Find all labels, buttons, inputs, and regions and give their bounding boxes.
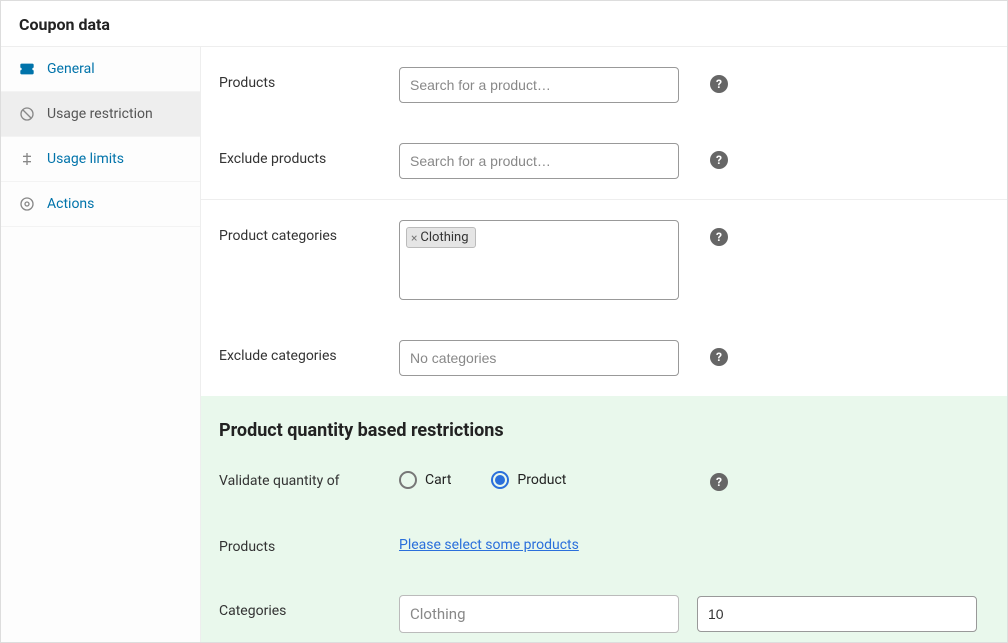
ban-icon [19,106,35,122]
radio-product[interactable]: Product [491,471,566,489]
validate-quantity-radio-group: Cart Product [399,465,699,489]
category-token[interactable]: × Clothing [406,227,476,248]
section-quantity-restrictions: Product quantity based restrictions Vali… [201,396,1007,642]
tab-label: Actions [47,196,94,212]
label-validate-quantity: Validate quantity of [219,465,399,489]
label-product-categories: Product categories [219,220,399,244]
panel-body: General Usage restriction Usage limits A… [1,47,1007,642]
section-title: Product quantity based restrictions [219,396,989,445]
section-product-filters: Products ? Exclude products ? [201,47,1007,199]
section-category-filters: Product categories × Clothing ? Exclude … [201,200,1007,396]
label-exclude-categories: Exclude categories [219,340,399,364]
pqbr-categories-input[interactable]: Clothing [399,595,679,633]
pqbr-quantity-input[interactable] [697,596,977,632]
radio-label: Cart [425,472,451,488]
tab-label: Usage limits [47,151,124,167]
tab-usage-restriction[interactable]: Usage restriction [1,92,200,137]
product-categories-input[interactable]: × Clothing [399,220,679,300]
remove-token-icon[interactable]: × [411,231,417,245]
help-icon[interactable]: ? [710,348,728,366]
exclude-categories-input[interactable] [399,340,679,376]
tab-label: Usage restriction [47,106,153,122]
gear-icon [19,196,35,212]
tab-label: General [47,61,95,77]
label-products: Products [219,67,399,91]
exclude-products-input[interactable] [399,143,679,179]
help-icon[interactable]: ? [710,151,728,169]
sliders-icon [19,151,35,167]
content-area: Products ? Exclude products ? P [201,47,1007,642]
ticket-icon [19,61,35,77]
panel-title: Coupon data [1,1,1007,47]
sidebar: General Usage restriction Usage limits A… [1,47,201,642]
row-product-categories: Product categories × Clothing ? [219,200,989,320]
label-pqbr-categories: Categories [219,595,399,619]
tab-usage-limits[interactable]: Usage limits [1,137,200,182]
radio-icon [399,471,417,489]
help-icon[interactable]: ? [710,228,728,246]
token-label: Clothing [420,230,468,245]
radio-cart[interactable]: Cart [399,471,451,489]
row-validate-quantity: Validate quantity of Cart Product [219,445,989,511]
label-pqbr-products: Products [219,531,399,555]
help-icon[interactable]: ? [710,75,728,93]
row-pqbr-products: Products Please select some products [219,511,989,575]
radio-icon [491,471,509,489]
row-exclude-products: Exclude products ? [219,123,989,199]
row-products: Products ? [219,47,989,123]
help-icon[interactable]: ? [710,473,728,491]
radio-label: Product [517,472,566,488]
tab-actions[interactable]: Actions [1,182,200,227]
products-input[interactable] [399,67,679,103]
select-products-link[interactable]: Please select some products [399,537,579,553]
coupon-data-panel: Coupon data General Usage restriction Us… [0,0,1008,643]
tab-general[interactable]: General [1,47,200,92]
row-exclude-categories: Exclude categories ? [219,320,989,396]
label-exclude-products: Exclude products [219,143,399,167]
row-pqbr-categories: Categories Clothing [219,575,989,642]
